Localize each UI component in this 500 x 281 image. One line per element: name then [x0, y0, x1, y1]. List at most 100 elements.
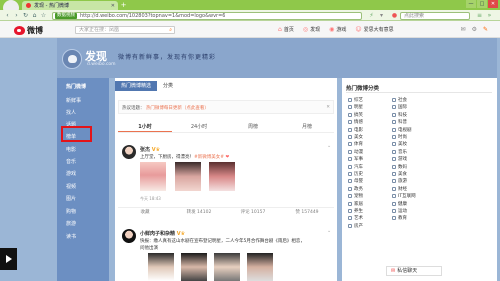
sidebar-category-item[interactable]: 搞笑 — [348, 112, 363, 118]
tab-close-icon[interactable]: ✕ — [111, 3, 115, 9]
tab-24h[interactable]: 24小时 — [172, 122, 226, 132]
sidebar-category-item[interactable]: 教育 — [392, 215, 407, 221]
more-icon[interactable]: » — [486, 12, 493, 19]
post-author[interactable]: 张杰 V♛ — [140, 146, 160, 153]
menu-icon[interactable]: ≡ — [476, 12, 483, 19]
sidebar-category-item[interactable]: 房产 — [348, 223, 363, 229]
chevron-down-icon[interactable]: ⌄ — [327, 228, 331, 234]
sidebar-category-item[interactable]: 健康 — [392, 201, 407, 207]
sidebar-category-item[interactable]: 家居 — [348, 201, 363, 207]
left-nav-item-people[interactable]: 找人 — [66, 109, 76, 116]
weibo-search-input[interactable]: 大家正在搜：凤凰 ⌕ — [75, 26, 175, 34]
notice-close-icon[interactable]: ✕ — [326, 105, 330, 110]
avatar[interactable] — [122, 145, 136, 159]
lightning-icon[interactable]: ⚡ — [368, 12, 375, 19]
settings-icon[interactable]: ⚙ — [472, 26, 477, 33]
sidebar-category-item[interactable]: 时尚 — [392, 134, 407, 140]
sidebar-category-item[interactable]: 体育 — [348, 141, 363, 147]
post-hashtag[interactable]: #新微博美女# — [194, 155, 224, 160]
refresh-icon[interactable]: ↻ — [22, 12, 29, 19]
nav-user[interactable]: ☺ 爱思大有意思 — [355, 26, 393, 33]
sidebar-category-item[interactable]: 旅游 — [392, 178, 407, 184]
home-browser-icon[interactable]: ⌂ — [31, 12, 38, 19]
post-photo-2[interactable] — [175, 162, 201, 191]
post-timestamp[interactable]: 今天 18:43 — [140, 196, 161, 202]
sidebar-category-item[interactable]: 综艺 — [348, 97, 363, 103]
sidebar-category-item[interactable]: 财经 — [392, 186, 407, 192]
sidebar-category-item[interactable]: 科技 — [392, 112, 407, 118]
post-photo-1[interactable] — [140, 162, 166, 191]
tab-month[interactable]: 月榜 — [280, 122, 334, 132]
left-nav-item-new[interactable]: 新鲜事 — [66, 97, 81, 104]
post-photo-1[interactable] — [148, 253, 174, 281]
post-photo-4[interactable] — [247, 253, 273, 281]
minimize-button[interactable]: — — [466, 0, 476, 8]
sidebar-category-item[interactable]: 游戏 — [392, 156, 407, 162]
sidebar-category-item[interactable]: 运动 — [392, 208, 407, 214]
post-author[interactable]: 小鲜肉子和杂精 V♛ — [140, 230, 185, 237]
sidebar-category-item[interactable]: 科普 — [392, 119, 407, 125]
sidebar-category-item[interactable]: 电视剧 — [392, 127, 412, 133]
sidebar-category-item[interactable]: 动漫 — [348, 149, 363, 155]
close-window-button[interactable]: ✕ — [488, 0, 498, 8]
browser-search-input[interactable]: 点此搜索 — [400, 11, 470, 20]
left-nav-item-movie[interactable]: 电影 — [66, 146, 76, 153]
nav-discover[interactable]: ◎ 发现 — [303, 26, 320, 33]
sidebar-category-item[interactable]: 美妆 — [392, 141, 407, 147]
search-icon[interactable]: ⌕ — [169, 27, 172, 33]
sidebar-category-item[interactable]: 军事 — [348, 156, 363, 162]
comment-button[interactable]: 评论 10157 — [226, 208, 280, 217]
sidebar-category-item[interactable]: IT互联网 — [392, 193, 416, 199]
sidebar-category-item[interactable]: 数码 — [392, 164, 407, 170]
sidebar-category-item[interactable]: 电影 — [348, 127, 363, 133]
left-nav-item-shop[interactable]: 购物 — [66, 208, 76, 215]
like-button[interactable]: 赞 157449 — [280, 208, 334, 217]
left-nav-item-image[interactable]: 图片 — [66, 195, 76, 202]
sidebar-category-item[interactable]: 历史 — [348, 171, 363, 177]
sidebar-category-item[interactable]: 政务 — [348, 186, 363, 192]
sidebar-category-item[interactable]: 社会 — [392, 97, 407, 103]
new-tab-button[interactable]: + — [120, 2, 127, 9]
post-photo-3[interactable] — [214, 253, 240, 281]
tab-week[interactable]: 周榜 — [226, 122, 280, 132]
sidebar-category-item[interactable]: 明星 — [348, 104, 363, 110]
sidebar-category-item[interactable]: 国际 — [392, 104, 407, 110]
compose-icon[interactable]: ✎ — [483, 26, 488, 33]
favorites-icon[interactable]: ☆ — [40, 12, 47, 19]
left-nav-item-travel[interactable]: 旅游 — [66, 220, 76, 227]
chevron-down-icon[interactable]: ⌄ — [327, 143, 331, 149]
dropdown-icon[interactable]: ▾ — [378, 12, 385, 19]
address-bar[interactable]: 数据视频 http://d.weibo.com/102803?topnav=1&… — [52, 11, 362, 20]
nav-game[interactable]: ◉ 游戏 — [329, 26, 346, 33]
left-nav-item-video[interactable]: 视频 — [66, 183, 76, 190]
tab-hot-weibo[interactable]: 热门微博精选 — [115, 81, 158, 91]
sidebar-category-item[interactable]: 情感 — [348, 119, 363, 125]
sidebar-category-item[interactable]: 艺术 — [348, 215, 363, 221]
sidebar-category-item[interactable]: 母婴 — [348, 178, 363, 184]
weibo-logo[interactable]: 微博 — [14, 25, 43, 36]
repost-button[interactable]: 转发 14102 — [172, 208, 226, 217]
url-text[interactable]: http://d.weibo.com/102803?topnav=1&mod=l… — [80, 13, 225, 19]
maximize-button[interactable]: □ — [477, 0, 487, 8]
tab-category[interactable]: 分类 — [157, 81, 179, 91]
left-nav-item-hot[interactable]: 热门微博 — [66, 83, 86, 90]
browser-tab[interactable]: 发现 - 热门微博 ✕ — [22, 1, 118, 10]
notice-link[interactable]: 热门微博每日更新（点此查看） — [146, 106, 209, 111]
video-play-icon[interactable] — [0, 248, 17, 270]
post-photo-3[interactable] — [209, 162, 235, 191]
back-icon[interactable]: ‹ — [4, 12, 11, 19]
favorite-button[interactable]: 收藏 — [118, 208, 172, 217]
nav-home[interactable]: ⌂ 首页 — [278, 26, 294, 33]
private-message-bar[interactable]: ✉ 私信聊天 — [386, 266, 442, 276]
post-photo-2[interactable] — [181, 253, 207, 281]
left-nav-item-music[interactable]: 音乐 — [66, 158, 76, 165]
message-icon[interactable]: ✉ — [461, 26, 466, 33]
sidebar-category-item[interactable]: 音乐 — [392, 149, 407, 155]
sidebar-category-item[interactable]: 宠物 — [348, 193, 363, 199]
forward-icon[interactable]: › — [13, 12, 20, 19]
avatar[interactable] — [122, 229, 136, 243]
sidebar-category-item[interactable]: 汽车 — [348, 164, 363, 170]
left-nav-item-game[interactable]: 游戏 — [66, 170, 76, 177]
left-nav-item-book[interactable]: 读书 — [66, 233, 76, 240]
sidebar-category-item[interactable]: 美女 — [348, 134, 363, 140]
